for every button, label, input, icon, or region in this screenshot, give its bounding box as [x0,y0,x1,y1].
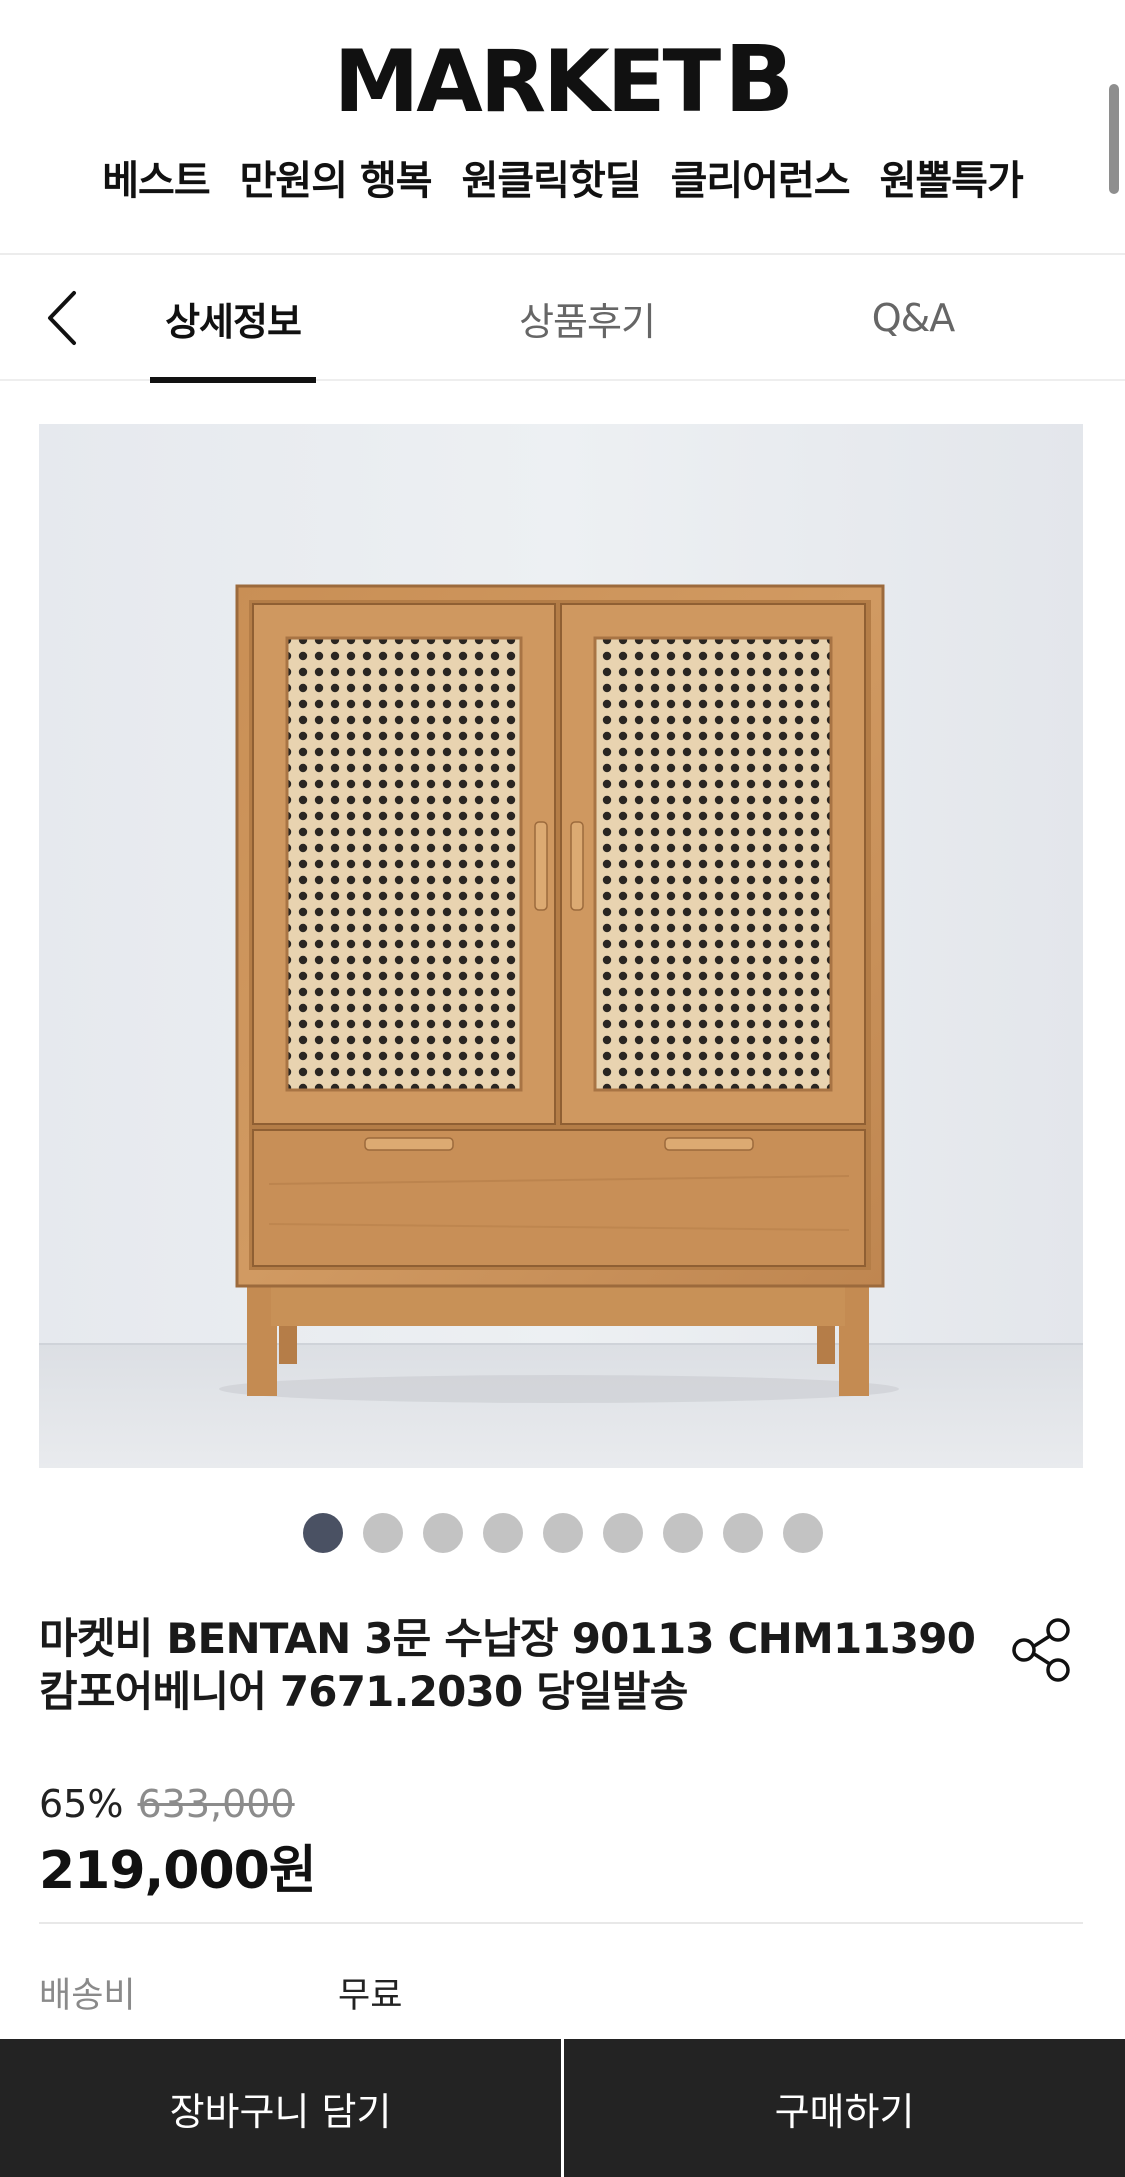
shipping-label: 배송비 [39,1976,136,2016]
pagination-dot[interactable] [662,1513,703,1553]
discount-rate: 65% [39,1782,124,1826]
nav-item-10k-happiness[interactable]: 만원의 행복 [240,148,433,206]
logo-text: MARKET [333,32,721,132]
product-title-line-2: 캄포어베니어 7671.2030 당일발송 [39,1667,688,1716]
nav-item-clearance[interactable]: 클리어런스 [671,148,851,206]
divider [39,1922,1083,1924]
nav-item-best[interactable]: 베스트 [102,148,210,206]
image-pagination [0,1513,1125,1553]
scrollbar[interactable] [1109,84,1119,194]
product-title-line-1: 마켓비 BENTAN 3문 수납장 90113 CHM11390 [39,1614,976,1663]
logo-letter: B [724,26,794,133]
product-tabs: 상세정보 상품후기 Q&A [0,255,1125,383]
sale-price: 219,000원 [39,1841,317,1901]
original-price: 633,000 [137,1782,295,1826]
nav-item-one-click-hotdeal[interactable]: 원클릭핫딜 [462,148,642,206]
pagination-dot[interactable] [782,1513,823,1553]
tab-detail-info[interactable]: 상세정보 [150,255,316,383]
share-icon [1012,1618,1070,1682]
shipping-value: 무료 [338,1976,403,2016]
tab-qa[interactable]: Q&A [833,255,993,381]
nav-item-special-price[interactable]: 원뽈특가 [880,148,1024,206]
cabinet-photo [39,424,1083,1468]
pagination-dot[interactable] [542,1513,583,1553]
bottom-action-bar: 장바구니 담기 구매하기 [0,2039,1125,2177]
pagination-dot[interactable] [722,1513,763,1553]
back-button[interactable] [40,285,90,351]
tab-reviews[interactable]: 상품후기 [480,255,694,381]
marketb-logo[interactable]: MARKETB [0,30,1125,133]
discount-row: 65% 633,000 [39,1782,295,1826]
category-nav: 베스트 만원의 행복 원클릭핫딜 클리어런스 원뽈특가 [0,148,1125,206]
share-button[interactable] [1004,1612,1080,1688]
product-title: 마켓비 BENTAN 3문 수납장 90113 CHM11390 캄포어베니어 … [39,1612,979,1718]
app-header: MARKETB 베스트 만원의 행복 원클릭핫딜 클리어런스 원뽈특가 [0,0,1125,255]
pagination-dot[interactable] [362,1513,403,1553]
pagination-dot[interactable] [602,1513,643,1553]
product-image[interactable] [39,424,1083,1468]
pagination-dot[interactable] [422,1513,463,1553]
pagination-dot[interactable] [482,1513,523,1553]
buy-now-button[interactable]: 구매하기 [564,2039,1125,2177]
chevron-left-icon [48,291,76,345]
pagination-dot[interactable] [302,1513,343,1553]
add-to-cart-button[interactable]: 장바구니 담기 [0,2039,561,2177]
